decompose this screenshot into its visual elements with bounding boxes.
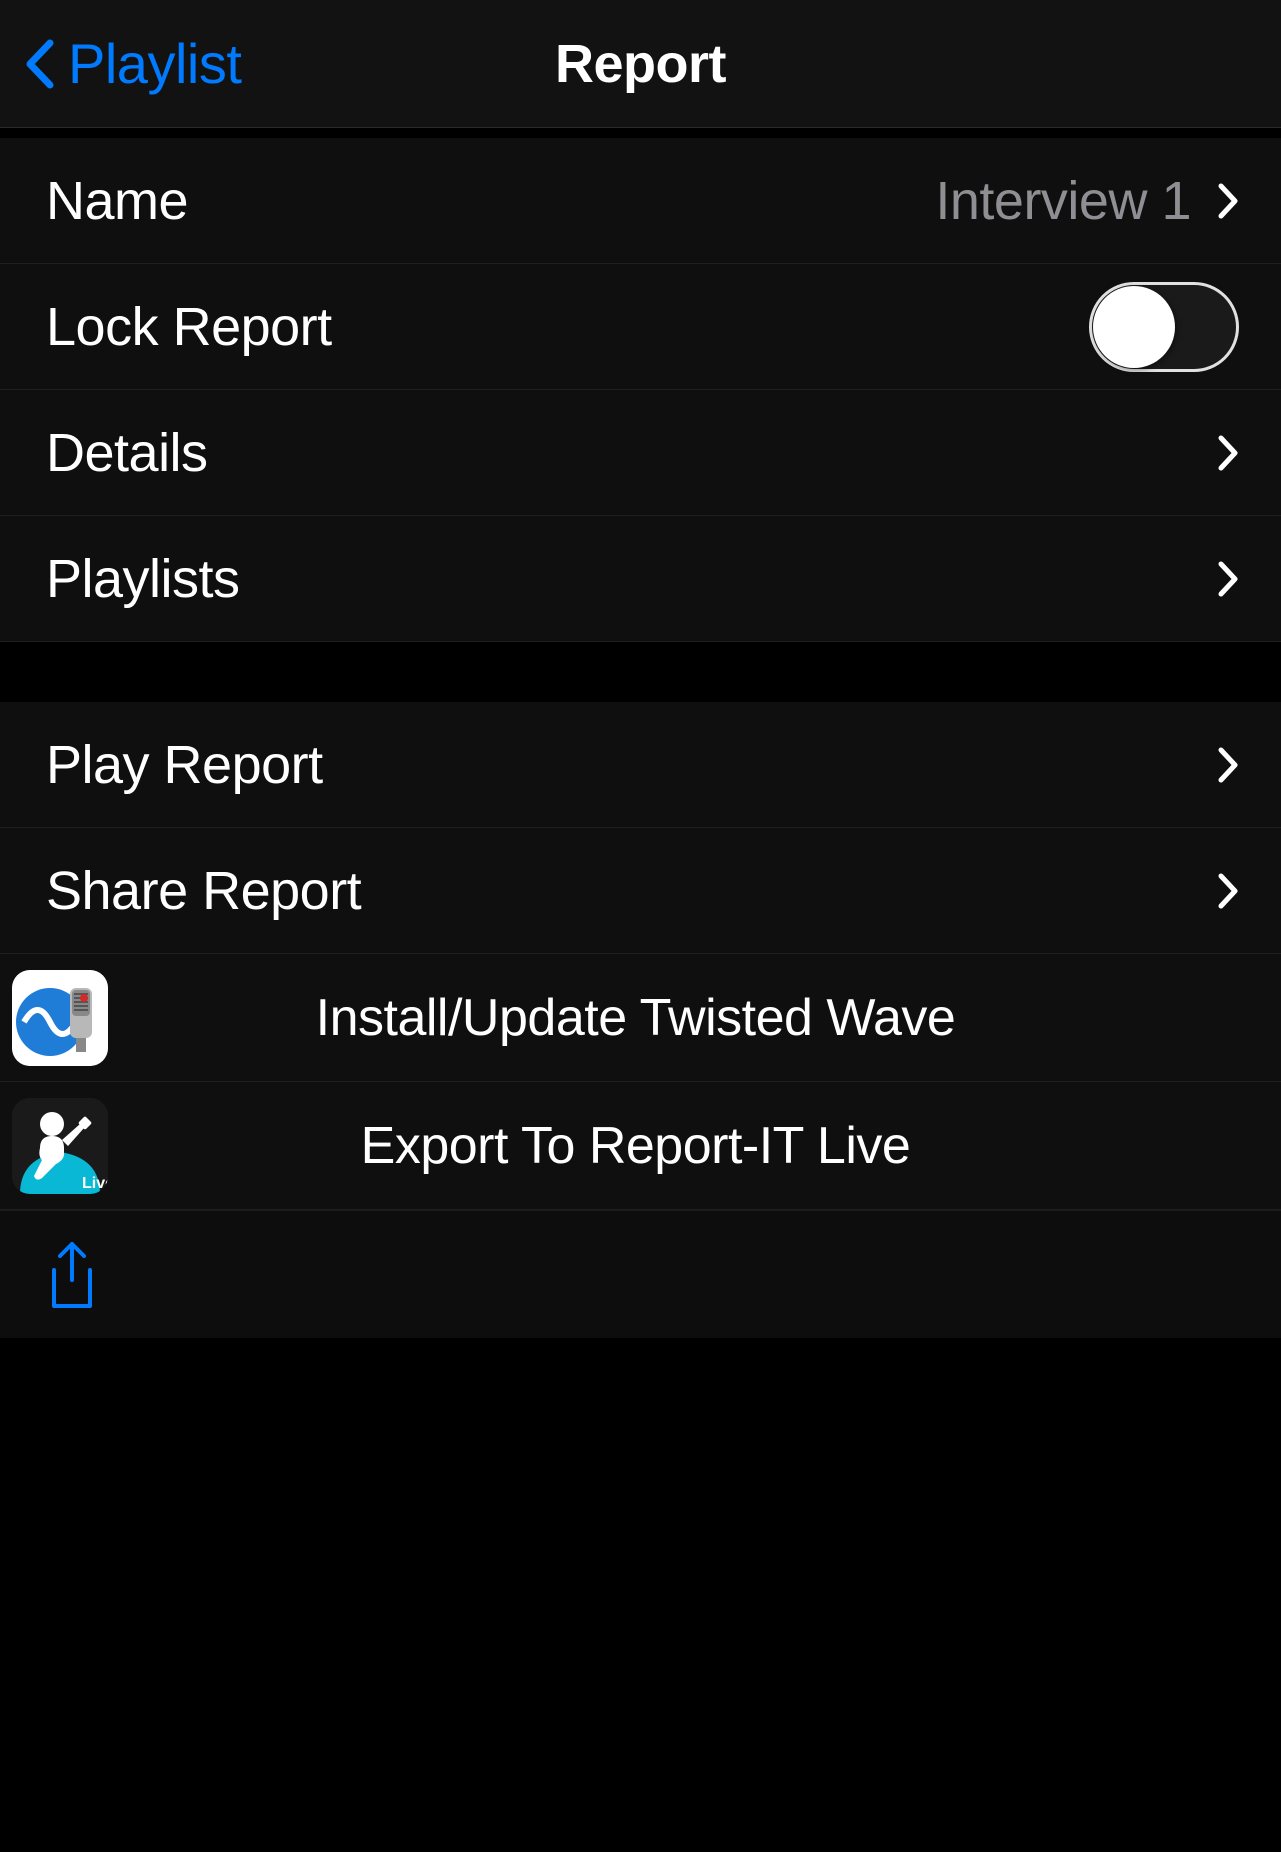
back-button[interactable]: Playlist [0, 31, 241, 96]
reportit-live-row[interactable]: Live Export To Report-IT Live [0, 1082, 1281, 1210]
share-report-label: Share Report [46, 860, 361, 922]
toggle-knob [1093, 286, 1175, 368]
section-gap [0, 642, 1281, 702]
details-row[interactable]: Details [0, 390, 1281, 516]
reportit-live-icon: Live [12, 1098, 108, 1194]
twisted-wave-label: Install/Update Twisted Wave [128, 988, 1239, 1048]
share-report-row[interactable]: Share Report [0, 828, 1281, 954]
lock-report-row: Lock Report [0, 264, 1281, 390]
chevron-right-icon [1217, 560, 1239, 598]
twisted-wave-icon [12, 970, 108, 1066]
share-icon[interactable] [46, 1240, 98, 1310]
lock-report-label: Lock Report [46, 296, 332, 358]
play-report-row[interactable]: Play Report [0, 702, 1281, 828]
reportit-live-label: Export To Report-IT Live [128, 1116, 1239, 1176]
svg-text:Live: Live [82, 1175, 108, 1192]
playlists-label: Playlists [46, 548, 240, 610]
lock-report-toggle[interactable] [1089, 282, 1239, 372]
play-report-label: Play Report [46, 734, 323, 796]
chevron-right-icon [1217, 182, 1239, 220]
chevron-right-icon [1217, 434, 1239, 472]
playlists-row[interactable]: Playlists [0, 516, 1281, 642]
name-value: Interview 1 [935, 170, 1191, 232]
twisted-wave-row[interactable]: Install/Update Twisted Wave [0, 954, 1281, 1082]
chevron-left-icon [24, 39, 54, 89]
chevron-right-icon [1217, 872, 1239, 910]
name-label: Name [46, 170, 188, 232]
back-label: Playlist [68, 31, 241, 96]
page-title: Report [555, 33, 726, 95]
chevron-right-icon [1217, 746, 1239, 784]
bottom-toolbar [0, 1210, 1281, 1338]
section-gap [0, 128, 1281, 138]
details-label: Details [46, 422, 208, 484]
nav-bar: Playlist Report [0, 0, 1281, 128]
name-row[interactable]: Name Interview 1 [0, 138, 1281, 264]
